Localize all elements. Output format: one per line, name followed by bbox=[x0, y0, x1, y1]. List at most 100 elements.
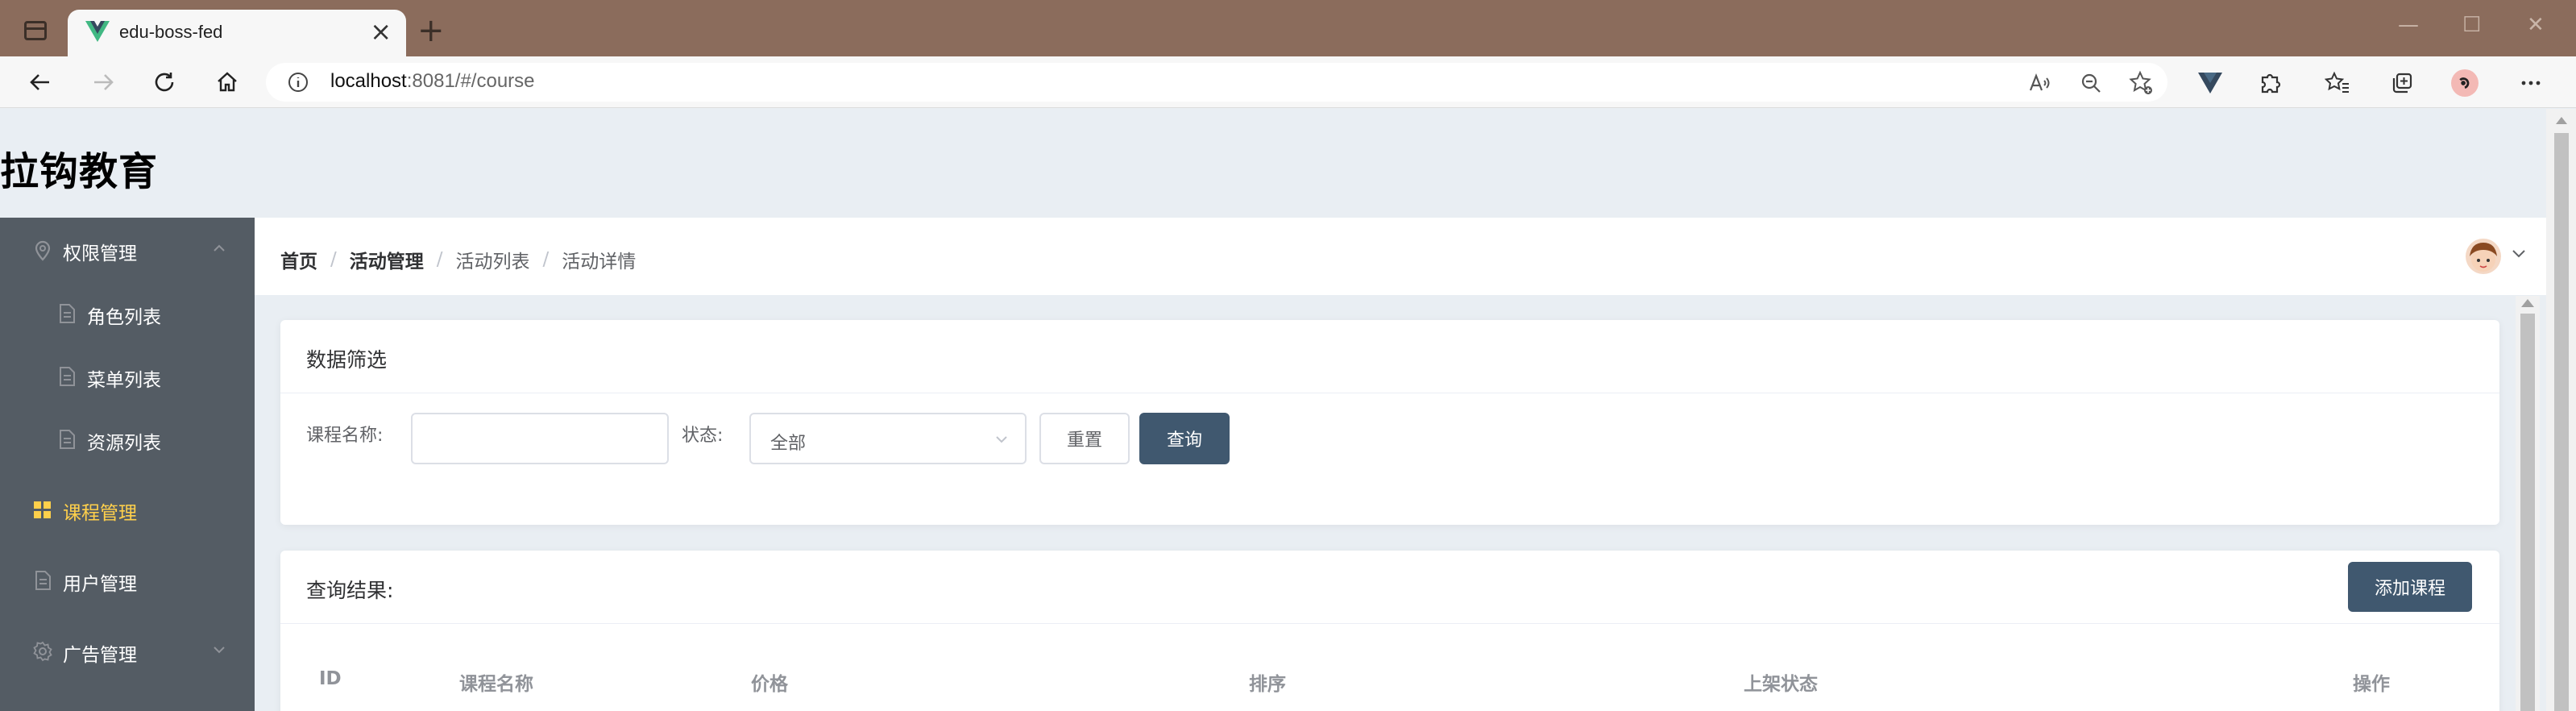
breadcrumb-separator: / bbox=[330, 249, 337, 270]
status-select[interactable]: 全部 bbox=[749, 413, 1027, 464]
filter-card-title: 数据筛选 bbox=[306, 348, 388, 372]
read-aloud-icon[interactable] bbox=[2026, 69, 2053, 97]
tab-actions-icon[interactable] bbox=[24, 21, 47, 40]
results-table-header: ID 课程名称 价格 排序 上架状态 操作 bbox=[306, 647, 2474, 702]
back-button[interactable] bbox=[23, 64, 58, 100]
reset-button[interactable]: 重置 bbox=[1039, 413, 1130, 464]
add-favorite-icon[interactable] bbox=[2127, 69, 2155, 97]
chevron-down-icon[interactable] bbox=[2511, 248, 2527, 260]
sidebar-item-menu-list[interactable]: 菜单列表 bbox=[0, 345, 255, 408]
browser-titlebar: edu-boss-fed × + — ☐ ✕ bbox=[0, 0, 2576, 56]
content-scroll-thumb[interactable] bbox=[2520, 314, 2535, 711]
back-arrow-icon bbox=[30, 74, 49, 90]
close-window-icon[interactable]: ✕ bbox=[2527, 13, 2545, 37]
extensions-icon[interactable] bbox=[2256, 69, 2284, 97]
filter-card: 数据筛选 课程名称: 状态: 全部 重置 查询 bbox=[280, 320, 2499, 525]
favorites-icon[interactable] bbox=[2324, 69, 2351, 97]
new-tab-button[interactable]: + bbox=[417, 13, 445, 48]
breadcrumb-activity-management[interactable]: 活动管理 bbox=[350, 246, 424, 273]
sidebar-item-role-list[interactable]: 角色列表 bbox=[0, 282, 255, 345]
document-icon bbox=[35, 571, 51, 590]
column-header-price[interactable]: 价格 bbox=[751, 668, 788, 696]
location-icon bbox=[35, 240, 51, 261]
course-name-label: 课程名称: bbox=[306, 426, 384, 446]
breadcrumb-activity-list: 活动列表 bbox=[455, 252, 530, 272]
course-name-input[interactable] bbox=[411, 413, 669, 464]
home-icon bbox=[218, 72, 237, 92]
column-header-sort[interactable]: 排序 bbox=[1249, 668, 1286, 696]
column-header-id[interactable]: ID bbox=[319, 668, 342, 689]
grid-icon bbox=[34, 501, 51, 518]
chevron-down-icon bbox=[214, 647, 225, 654]
url-path: :8081/#/course bbox=[406, 70, 535, 92]
user-face-icon bbox=[2470, 243, 2497, 272]
status-label: 状态: bbox=[682, 426, 724, 446]
browser-tab[interactable]: edu-boss-fed × bbox=[68, 10, 406, 56]
sidebar-item-course[interactable]: 课程管理 bbox=[0, 477, 255, 542]
filter-form: 课程名称: 状态: 全部 重置 查询 bbox=[280, 393, 2499, 525]
app-logo: 拉钩教育 bbox=[0, 149, 159, 194]
app-page: 拉钩教育 权限管理 角色列表 菜单列表 资源列表 课程管理 用户管理 广告管理 … bbox=[0, 109, 2546, 711]
sidebar-item-label: 资源列表 bbox=[87, 433, 161, 454]
content-scrollbar[interactable] bbox=[2516, 296, 2540, 711]
collections-icon[interactable] bbox=[2388, 69, 2416, 97]
column-header-status[interactable]: 上架状态 bbox=[1744, 668, 1818, 696]
add-course-button[interactable]: 添加课程 bbox=[2348, 562, 2472, 612]
page-scroll-thumb[interactable] bbox=[2554, 133, 2569, 711]
results-card: 查询结果: 添加课程 ID 课程名称 价格 排序 上架状态 操作 bbox=[280, 551, 2499, 711]
sidebar-item-resource-list[interactable]: 资源列表 bbox=[0, 408, 255, 471]
status-select-value: 全部 bbox=[770, 434, 807, 454]
sidebar-item-users[interactable]: 用户管理 bbox=[0, 548, 255, 613]
user-avatar[interactable] bbox=[2466, 239, 2501, 274]
main-header: 首页 / 活动管理 / 活动列表 / 活动详情 bbox=[255, 218, 2546, 295]
gear-icon bbox=[33, 641, 52, 662]
minimize-icon[interactable]: — bbox=[2398, 13, 2419, 37]
app-header: 拉钩教育 bbox=[0, 109, 2546, 218]
reload-button[interactable] bbox=[147, 64, 182, 100]
column-header-actions[interactable]: 操作 bbox=[2353, 668, 2390, 696]
tab-close-icon[interactable]: × bbox=[370, 16, 392, 47]
url-host: localhost bbox=[330, 70, 407, 92]
home-button[interactable] bbox=[209, 64, 245, 100]
profile-avatar-icon[interactable] bbox=[2451, 69, 2479, 97]
chevron-up-icon bbox=[214, 244, 225, 252]
sidebar-item-label: 角色列表 bbox=[87, 307, 161, 328]
document-icon bbox=[60, 367, 75, 386]
document-icon bbox=[60, 430, 75, 449]
vue-devtools-icon[interactable] bbox=[2196, 69, 2224, 97]
sidebar-item-label: 菜单列表 bbox=[87, 370, 161, 391]
more-menu-icon[interactable] bbox=[2517, 69, 2545, 97]
breadcrumb-separator: / bbox=[542, 249, 550, 270]
breadcrumb-separator: / bbox=[436, 249, 443, 270]
chevron-down-icon bbox=[996, 436, 1007, 443]
scroll-up-arrow-icon[interactable] bbox=[2556, 117, 2567, 124]
page-scrollbar[interactable] bbox=[2546, 109, 2576, 711]
sidebar-item-label: 课程管理 bbox=[63, 503, 137, 524]
sidebar-menu: 权限管理 角色列表 菜单列表 资源列表 课程管理 用户管理 广告管理 bbox=[0, 218, 255, 711]
query-button[interactable]: 查询 bbox=[1139, 413, 1230, 464]
maximize-icon[interactable]: ☐ bbox=[2462, 13, 2481, 37]
zoom-out-icon[interactable] bbox=[2077, 69, 2105, 97]
forward-arrow-icon bbox=[94, 74, 114, 90]
vue-logo-icon bbox=[85, 21, 110, 42]
sidebar-item-label: 用户管理 bbox=[63, 574, 137, 595]
filter-card-header: 数据筛选 bbox=[280, 320, 2499, 393]
site-info-icon[interactable] bbox=[287, 71, 309, 94]
forward-button[interactable] bbox=[85, 64, 121, 100]
sidebar-item-label: 广告管理 bbox=[63, 645, 137, 666]
browser-toolbar: localhost:8081/#/course bbox=[0, 56, 2576, 108]
sidebar-item-ads[interactable]: 广告管理 bbox=[0, 619, 255, 684]
breadcrumb: 首页 / 活动管理 / 活动列表 / 活动详情 bbox=[280, 246, 636, 273]
address-bar[interactable]: localhost:8081/#/course bbox=[266, 63, 2167, 102]
sidebar-item-label: 权限管理 bbox=[63, 243, 137, 264]
sidebar-item-permissions[interactable]: 权限管理 bbox=[0, 218, 255, 282]
breadcrumb-activity-detail: 活动详情 bbox=[562, 252, 637, 272]
results-card-title: 查询结果: bbox=[306, 579, 394, 602]
document-icon bbox=[60, 304, 75, 323]
reload-icon bbox=[155, 73, 174, 92]
column-header-course-name[interactable]: 课程名称 bbox=[459, 668, 533, 696]
results-card-header: 查询结果: 添加课程 bbox=[280, 551, 2499, 624]
breadcrumb-home[interactable]: 首页 bbox=[280, 246, 317, 273]
tab-title: edu-boss-fed bbox=[119, 22, 223, 42]
scroll-up-arrow-icon[interactable] bbox=[2521, 299, 2534, 307]
